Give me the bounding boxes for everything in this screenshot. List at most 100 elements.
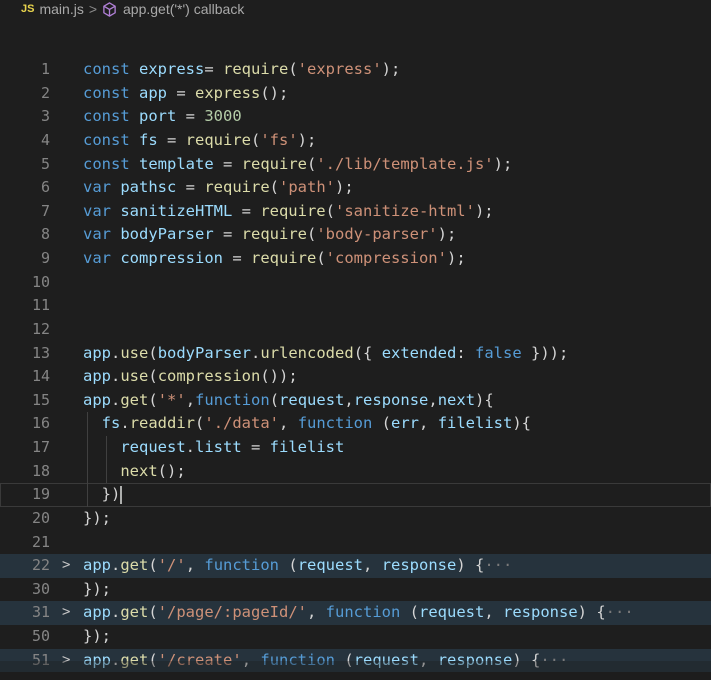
code-text[interactable]: const app = express();: [83, 82, 288, 106]
code-line[interactable]: 1 const express= require('express');: [0, 58, 711, 82]
line-number: 3: [40, 107, 50, 126]
code-text[interactable]: });: [83, 507, 111, 531]
code-line[interactable]: 14 app.use(compression());: [0, 365, 711, 389]
code-line[interactable]: 22 > app.get('/', function (request, respo…: [0, 554, 711, 578]
code-token: response: [503, 603, 578, 622]
code-line[interactable]: 9 var compression = require('compression'…: [0, 247, 711, 271]
code-token: bodyParser: [157, 343, 252, 362]
code-token: app: [83, 343, 111, 362]
code-line[interactable]: 30});: [0, 578, 711, 602]
code-text[interactable]: app.get('/', function (request, response…: [83, 554, 512, 578]
code-line[interactable]: 15 app.get('*',function(request,response,…: [0, 389, 711, 413]
folded-ellipsis[interactable]: ···: [606, 603, 634, 621]
code-token: port: [139, 107, 177, 126]
code-line[interactable]: 19 }): [0, 483, 711, 507]
code-token: err: [391, 414, 420, 433]
line-number: 16: [31, 414, 50, 433]
code-token: (: [372, 414, 392, 433]
code-line[interactable]: 12: [0, 318, 711, 342]
code-token: (: [269, 178, 279, 197]
code-text[interactable]: var sanitizeHTML = require('sanitize-htm…: [83, 200, 494, 224]
code-line[interactable]: 11: [0, 294, 711, 318]
code-token: require: [250, 249, 317, 267]
code-token: (: [400, 603, 419, 622]
code-token: get: [120, 556, 149, 575]
code-text[interactable]: }): [83, 483, 123, 507]
code-token: });: [83, 627, 111, 645]
code-text[interactable]: fs.readdir('./data', function (err, file…: [83, 412, 531, 436]
code-text[interactable]: });: [83, 625, 111, 649]
code-line[interactable]: 5 const template = require('./lib/templat…: [0, 153, 711, 177]
code-line[interactable]: 18 next();: [0, 459, 711, 484]
code-text[interactable]: app.get('/page/:pageId/', function (requ…: [83, 601, 634, 625]
code-text[interactable]: var bodyParser = require('body-parser');: [83, 223, 456, 247]
code-token: :: [456, 343, 476, 362]
code-token: filelist: [437, 414, 513, 433]
code-line[interactable]: 21: [0, 531, 711, 555]
code-text[interactable]: var pathsc = require('path');: [83, 176, 354, 200]
code-token: );: [446, 249, 466, 267]
code-token: require: [241, 225, 307, 244]
code-line[interactable]: 20});: [0, 507, 711, 531]
code-text[interactable]: request.listt = filelist: [83, 436, 344, 460]
code-line[interactable]: 16 fs.readdir('./data', function (err, f…: [0, 412, 711, 436]
breadcrumb-file[interactable]: main.js: [39, 1, 83, 17]
code-text[interactable]: const port = 3000: [83, 105, 242, 129]
code-line[interactable]: 4 const fs = require('fs');: [0, 129, 711, 153]
code-text[interactable]: var compression = require('compression')…: [83, 247, 466, 271]
code-token: });: [83, 508, 111, 527]
code-token: request: [419, 603, 485, 622]
code-line[interactable]: 2 const app = express();: [0, 82, 711, 106]
js-file-icon: JS: [21, 3, 35, 15]
code-token: extended: [381, 343, 457, 362]
code-line[interactable]: 3 const port = 3000: [0, 105, 711, 129]
code-text[interactable]: const express= require('express');: [83, 58, 400, 82]
code-token: 'express': [297, 60, 382, 78]
code-token: 'sanitize-html': [334, 201, 475, 220]
code-text[interactable]: });: [83, 578, 111, 602]
fold-chevron-icon[interactable]: >: [62, 601, 70, 625]
code-token: (: [148, 390, 158, 409]
code-token: ,: [344, 390, 354, 409]
code-token: ,: [363, 556, 382, 575]
code-line[interactable]: 13 app.use(bodyParser.urlencoded({ extend…: [0, 342, 711, 366]
code-token: );: [474, 201, 494, 220]
line-number: 7: [40, 201, 50, 220]
code-line[interactable]: 17 request.listt = filelist: [0, 436, 711, 460]
code-text[interactable]: const fs = require('fs');: [83, 129, 316, 153]
code-token: (: [195, 414, 205, 433]
folded-ellipsis[interactable]: ···: [484, 556, 512, 574]
code-token: =: [213, 225, 242, 244]
code-token: use: [120, 343, 149, 362]
code-line[interactable]: 10: [0, 271, 711, 295]
code-token: (: [279, 556, 298, 575]
line-number: 8: [40, 225, 50, 244]
breadcrumb-symbol[interactable]: app.get('*') callback: [123, 1, 244, 17]
code-token: 'path': [279, 178, 335, 197]
code-token: ,: [279, 414, 298, 433]
code-token: (: [148, 367, 158, 386]
code-token: );: [381, 60, 401, 78]
code-token: .: [111, 367, 121, 386]
code-text[interactable]: app.get('*',function(request,response,ne…: [83, 389, 494, 413]
code-token: use: [120, 367, 149, 386]
code-text[interactable]: app.use(compression());: [83, 365, 298, 389]
text-cursor: [120, 485, 123, 504]
code-text[interactable]: next();: [83, 460, 185, 484]
code-line[interactable]: 6 var pathsc = require('path');: [0, 176, 711, 200]
code-line[interactable]: 31 > app.get('/page/:pageId/', function (r…: [0, 601, 711, 625]
code-text[interactable]: app.use(bodyParser.urlencoded({ extended…: [83, 342, 568, 366]
code-line[interactable]: 8 var bodyParser = require('body-parser')…: [0, 223, 711, 247]
code-editor[interactable]: 1 const express= require('express'); 2 cons…: [0, 58, 711, 673]
code-token: '*': [157, 390, 186, 409]
code-token: next: [437, 390, 476, 409]
code-line[interactable]: 7 var sanitizeHTML = require('sanitize-ht…: [0, 200, 711, 224]
code-token: ,: [428, 390, 438, 409]
code-token: readdir: [129, 414, 196, 433]
code-token: app: [83, 556, 111, 575]
code-text[interactable]: const template = require('./lib/template…: [83, 153, 512, 177]
fold-chevron-icon[interactable]: >: [62, 554, 70, 578]
code-token: });: [83, 579, 111, 598]
code-token: =: [157, 130, 186, 149]
code-line[interactable]: 50});: [0, 625, 711, 649]
